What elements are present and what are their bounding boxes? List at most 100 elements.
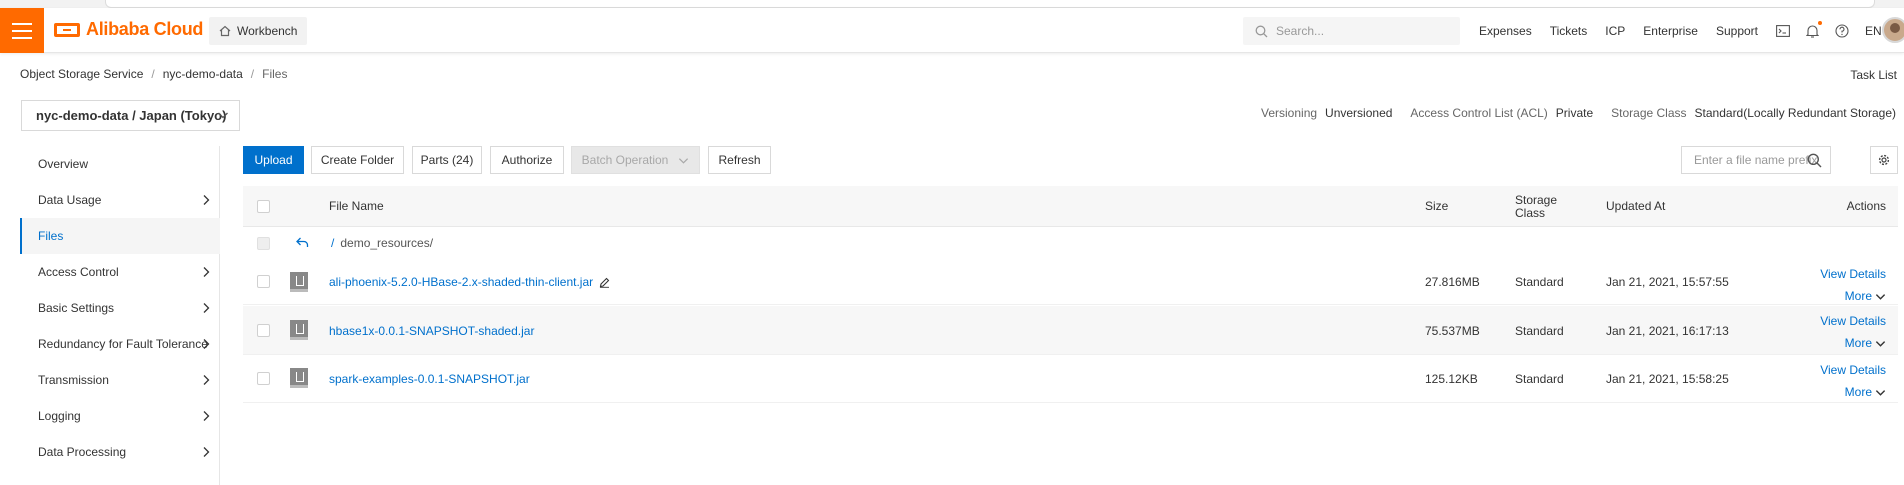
sidebar-item-label: Data Processing bbox=[38, 445, 127, 459]
sidebar-item-label: Access Control bbox=[38, 265, 119, 279]
file-name-link[interactable]: spark-examples-0.0.1-SNAPSHOT.jar bbox=[329, 372, 530, 386]
refresh-button[interactable]: Refresh bbox=[708, 146, 771, 174]
file-storage-class: Standard bbox=[1515, 323, 1564, 338]
sidebar-item-overview[interactable]: Overview bbox=[20, 146, 220, 182]
chevron-right-icon bbox=[203, 303, 210, 313]
path-root-link[interactable]: / bbox=[331, 236, 334, 250]
row-checkbox[interactable] bbox=[257, 324, 270, 337]
sidebar-item-label: Data Usage bbox=[38, 193, 102, 207]
more-label: More bbox=[1844, 385, 1872, 399]
enterprise-link[interactable]: Enterprise bbox=[1643, 24, 1698, 38]
chevron-right-icon bbox=[203, 375, 210, 385]
edit-pencil-icon[interactable] bbox=[599, 277, 610, 288]
file-storage-class: Standard bbox=[1515, 275, 1564, 289]
search-icon[interactable] bbox=[1807, 153, 1822, 168]
column-file-name: File Name bbox=[329, 199, 384, 213]
batch-operation-dropdown[interactable]: Batch Operation bbox=[571, 146, 700, 174]
sidebar-item-files[interactable]: Files bbox=[20, 218, 220, 254]
column-storage-class-line2: Class bbox=[1515, 205, 1546, 220]
search-icon bbox=[1255, 25, 1268, 37]
notification-bell-icon[interactable] bbox=[1806, 20, 1823, 38]
more-label: More bbox=[1844, 289, 1872, 303]
workbench-label: Workbench bbox=[237, 24, 298, 38]
versioning-value: Unversioned bbox=[1325, 106, 1393, 120]
upload-button[interactable]: Upload bbox=[243, 146, 304, 174]
bucket-metadata: Versioning Unversioned Access Control Li… bbox=[1261, 106, 1896, 120]
top-navigation-bar: Alibaba Cloud Workbench Search... Expens… bbox=[0, 8, 1904, 53]
breadcrumb-separator: / bbox=[250, 67, 255, 81]
file-size: 125.12KB bbox=[1425, 372, 1478, 386]
file-name-cell: ali-phoenix-5.2.0-HBase-2.x-shaded-thin-… bbox=[329, 259, 610, 305]
bucket-region-selector[interactable]: nyc-demo-data / Japan (Tokyo) bbox=[21, 100, 240, 131]
select-all-checkbox[interactable] bbox=[257, 200, 270, 213]
terminal-icon[interactable] bbox=[1776, 24, 1790, 37]
alibaba-cloud-logo[interactable]: Alibaba Cloud bbox=[54, 19, 203, 40]
path-folder: demo_resources/ bbox=[340, 236, 434, 250]
file-updated-at: Jan 21, 2021, 15:58:25 bbox=[1606, 372, 1729, 386]
column-updated-at: Updated At bbox=[1606, 199, 1666, 213]
more-dropdown[interactable]: More bbox=[1820, 285, 1886, 307]
help-icon[interactable] bbox=[1835, 23, 1849, 38]
support-link[interactable]: Support bbox=[1716, 24, 1758, 38]
breadcrumb-bucket[interactable]: nyc-demo-data bbox=[163, 67, 243, 81]
alibaba-logo-icon bbox=[54, 22, 80, 37]
sidebar-item-logging[interactable]: Logging bbox=[20, 398, 220, 434]
user-avatar[interactable] bbox=[1882, 17, 1904, 43]
chevron-right-icon bbox=[203, 411, 210, 421]
table-row: ali-phoenix-5.2.0-HBase-2.x-shaded-thin-… bbox=[243, 259, 1898, 305]
sidebar-item-label: Basic Settings bbox=[38, 301, 115, 315]
task-list-link[interactable]: Task List bbox=[1850, 68, 1897, 82]
acl-value: Private bbox=[1555, 106, 1594, 120]
file-size: 75.537MB bbox=[1425, 323, 1480, 338]
path-row: / demo_resources/ bbox=[243, 227, 1898, 259]
view-details-link[interactable]: View Details bbox=[1820, 263, 1886, 285]
row-actions: View Details More bbox=[1820, 359, 1886, 403]
sidebar-item-redundancy[interactable]: Redundancy for Fault Tolerance bbox=[20, 326, 220, 362]
language-switch[interactable]: EN bbox=[1865, 24, 1882, 38]
sidebar-item-data-usage[interactable]: Data Usage bbox=[20, 182, 220, 218]
chevron-down-icon bbox=[1875, 340, 1886, 347]
file-prefix-search-input[interactable]: Enter a file name prefix bbox=[1681, 146, 1831, 174]
back-arrow-icon[interactable] bbox=[296, 237, 309, 248]
file-name-link[interactable]: ali-phoenix-5.2.0-HBase-2.x-shaded-thin-… bbox=[329, 275, 593, 289]
column-storage-class: Storage Class bbox=[1515, 186, 1557, 227]
view-details-link[interactable]: View Details bbox=[1820, 310, 1886, 332]
sidebar-item-transmission[interactable]: Transmission bbox=[20, 362, 220, 398]
more-dropdown[interactable]: More bbox=[1820, 381, 1886, 403]
tickets-link[interactable]: Tickets bbox=[1550, 24, 1588, 38]
global-search-input[interactable]: Search... bbox=[1243, 17, 1460, 45]
create-folder-button[interactable]: Create Folder bbox=[311, 146, 404, 174]
sidebar-item-data-processing[interactable]: Data Processing bbox=[20, 434, 220, 470]
chevron-down-icon bbox=[679, 157, 689, 164]
settings-gear-button[interactable] bbox=[1870, 146, 1898, 174]
top-links: Expenses Tickets ICP Enterprise Support … bbox=[1479, 8, 1900, 53]
bucket-selector-value: nyc-demo-data / Japan (Tokyo) bbox=[36, 108, 227, 123]
row-actions: View Details More bbox=[1820, 263, 1886, 307]
file-updated-at: Jan 21, 2021, 15:57:55 bbox=[1606, 275, 1729, 289]
files-table-header: File Name Size Storage Class Updated At … bbox=[243, 186, 1898, 227]
expenses-link[interactable]: Expenses bbox=[1479, 24, 1532, 38]
view-details-link[interactable]: View Details bbox=[1820, 359, 1886, 381]
parts-button[interactable]: Parts (24) bbox=[412, 146, 482, 174]
row-checkbox[interactable] bbox=[257, 372, 270, 385]
workbench-button[interactable]: Workbench bbox=[209, 17, 308, 45]
breadcrumb-oss[interactable]: Object Storage Service bbox=[20, 67, 143, 81]
chevron-right-icon bbox=[203, 447, 210, 457]
file-name-link[interactable]: hbase1x-0.0.1-SNAPSHOT-shaded.jar bbox=[329, 324, 534, 338]
hamburger-menu-icon[interactable] bbox=[0, 8, 44, 53]
sidebar-item-basic-settings[interactable]: Basic Settings bbox=[20, 290, 220, 326]
search-placeholder: Search... bbox=[1276, 24, 1325, 38]
jar-file-icon bbox=[290, 368, 308, 388]
authorize-button[interactable]: Authorize bbox=[490, 146, 564, 174]
sidebar-item-access-control[interactable]: Access Control bbox=[20, 254, 220, 290]
batch-operation-label: Batch Operation bbox=[581, 153, 669, 167]
icp-link[interactable]: ICP bbox=[1605, 24, 1625, 38]
table-row: spark-examples-0.0.1-SNAPSHOT.jar 125.12… bbox=[243, 355, 1898, 403]
versioning-label: Versioning bbox=[1261, 106, 1318, 120]
column-size: Size bbox=[1425, 199, 1449, 213]
chevron-right-icon bbox=[203, 339, 210, 349]
file-name-cell: spark-examples-0.0.1-SNAPSHOT.jar bbox=[329, 355, 530, 403]
chevron-down-icon bbox=[1875, 389, 1886, 396]
more-dropdown[interactable]: More bbox=[1820, 332, 1886, 354]
row-checkbox[interactable] bbox=[257, 275, 270, 288]
